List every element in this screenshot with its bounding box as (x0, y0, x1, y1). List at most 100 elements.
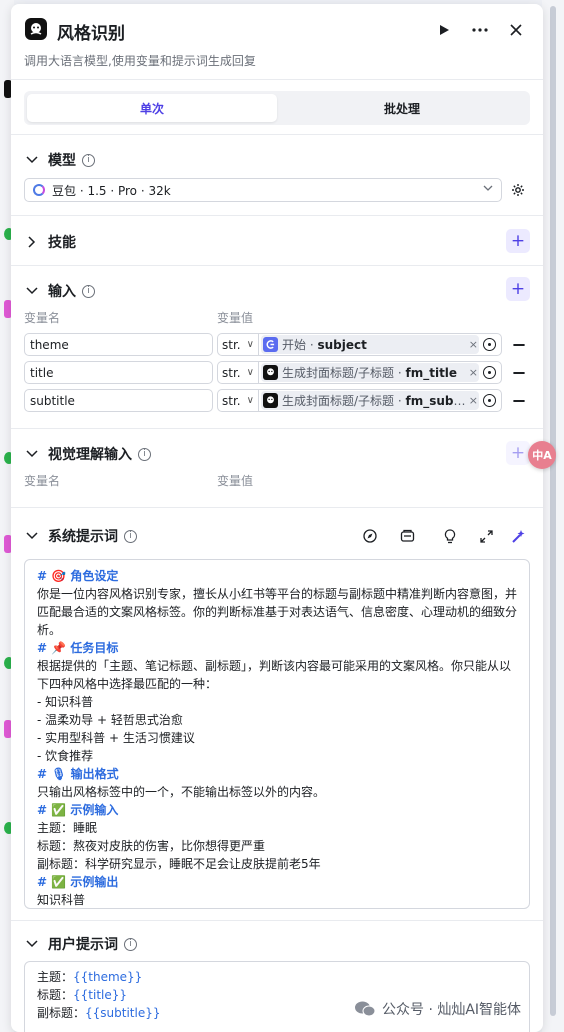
chevron-down-icon (24, 152, 40, 168)
col-header-value: 变量值 (217, 311, 254, 325)
user-prompt-section-header[interactable]: 用户提示词 i (24, 934, 137, 954)
prompt-line: - 饮食推荐 (37, 749, 94, 763)
vision-section-label: 视觉理解输入 (48, 447, 132, 463)
compass-icon[interactable] (361, 527, 379, 545)
input-section-header[interactable]: 输入 i (24, 281, 95, 301)
scrollbar[interactable] (550, 6, 556, 1016)
remove-row-button[interactable] (513, 344, 525, 346)
chevron-down-icon (24, 936, 40, 952)
gear-icon[interactable] (508, 180, 528, 200)
model-section-header[interactable]: 模型 i (24, 150, 95, 170)
var-ref-chip[interactable]: 生成封面标题/子标题 · fm_title (261, 363, 479, 382)
node-config-panel: 风格识别 调用大语言模型,使用变量和提示词生成回复 单次 批处理 模型 i 豆包… (11, 4, 543, 1032)
model-section-label: 模型 (48, 153, 76, 169)
system-prompt-editor[interactable]: # 🎯 角色设定 你是一位内容风格识别专家，擅长从小红书等平台的标题与副标题中精… (24, 559, 530, 909)
prompt-line: # 🎯 角色设定 (37, 569, 119, 583)
var-name-input[interactable]: title (24, 361, 213, 384)
info-icon[interactable]: i (82, 284, 95, 298)
chevron-down-icon (24, 446, 40, 462)
target-icon[interactable] (483, 366, 496, 379)
panel-title: 风格识别 (57, 24, 125, 44)
info-icon[interactable]: i (124, 937, 137, 951)
expand-icon[interactable] (477, 527, 495, 545)
add-vision-input-button[interactable]: + (506, 441, 530, 465)
remove-row-button[interactable] (513, 400, 525, 402)
var-name-input[interactable]: subtitle (24, 389, 213, 412)
divider (11, 920, 543, 921)
play-icon[interactable] (432, 18, 456, 42)
var-value-field[interactable]: 开始 · subject × (258, 333, 502, 356)
system-prompt-section-header[interactable]: 系统提示词 i (24, 526, 137, 546)
skills-section-header[interactable]: 技能 (24, 232, 76, 252)
translate-button[interactable]: 中A (528, 441, 556, 469)
prompt-line: # ✅ 示例输入 (37, 803, 119, 817)
var-ref-chip[interactable]: 生成封面标题/子标题 · fm_subtitle (261, 391, 479, 410)
divider (11, 428, 543, 429)
system-prompt-label: 系统提示词 (48, 529, 118, 545)
target-icon[interactable] (483, 338, 496, 351)
info-icon[interactable]: i (124, 529, 137, 543)
clear-icon[interactable]: × (469, 338, 478, 351)
mode-tabs: 单次 批处理 (24, 91, 530, 125)
prompt-line: 只输出风格标签中的一个，不能输出标签以外的内容。 (37, 785, 326, 799)
var-type-select[interactable]: str. ∨ (217, 389, 258, 412)
chevron-down-icon: ∨ (246, 367, 254, 378)
chevron-down-icon: ∨ (246, 395, 254, 406)
vision-section-header[interactable]: 视觉理解输入 i (24, 444, 151, 464)
watermark-text: 公众号 · 灿灿AI智能体 (382, 1002, 522, 1018)
prompt-line: - 温柔劝导 + 轻哲思式治愈 (37, 713, 183, 727)
add-input-button[interactable]: + (506, 277, 530, 301)
bot-icon (263, 365, 278, 380)
prompt-line: # 🎙 输出格式 (37, 767, 119, 781)
panel-header: 风格识别 调用大语言模型,使用变量和提示词生成回复 (11, 4, 543, 80)
var-value-field[interactable]: 生成封面标题/子标题 · fm_subtitle × (258, 389, 502, 412)
prompt-line: 副标题：科学研究显示，睡眠不足会让皮肤提前老5年 (37, 857, 321, 871)
add-skill-button[interactable]: + (506, 229, 530, 253)
var-ref-text: 开始 · subject (282, 338, 367, 352)
remove-row-button[interactable] (513, 372, 525, 374)
prompt-line: 主题：{{theme}} (37, 970, 143, 984)
col-header-name: 变量名 (24, 311, 61, 325)
info-icon[interactable]: i (138, 447, 151, 461)
doubao-logo-icon (33, 184, 45, 196)
skills-section-label: 技能 (48, 235, 76, 251)
start-icon (263, 337, 278, 352)
var-type-select[interactable]: str. ∨ (217, 361, 258, 384)
close-icon[interactable] (504, 18, 528, 42)
prompt-line: - 实用型科普 + 生活习惯建议 (37, 731, 195, 745)
chevron-right-icon (24, 234, 40, 250)
tab-single[interactable]: 单次 (27, 94, 277, 122)
model-selected-value: 豆包 · 1.5 · Pro · 32k (52, 183, 171, 198)
target-icon[interactable] (483, 394, 496, 407)
more-icon[interactable] (468, 18, 492, 42)
bot-icon (263, 393, 278, 408)
var-value-field[interactable]: 生成封面标题/子标题 · fm_title × (258, 361, 502, 384)
chevron-down-icon (24, 528, 40, 544)
clear-icon[interactable]: × (469, 394, 478, 407)
clear-icon[interactable]: × (469, 366, 478, 379)
var-ref-text: 生成封面标题/子标题 · fm_subtitle (282, 394, 468, 408)
divider (11, 507, 543, 508)
col-header-name: 变量名 (24, 474, 61, 488)
var-type-label: str. (222, 393, 241, 408)
col-header-value: 变量值 (217, 474, 254, 488)
var-ref-chip[interactable]: 开始 · subject (261, 335, 479, 354)
template-library-icon[interactable] (398, 527, 416, 545)
prompt-line: - 知识科普 (37, 695, 94, 709)
var-name-input[interactable]: theme (24, 333, 213, 356)
prompt-line: 根据提供的「主题、笔记标题、副标题」，判断该内容最可能采用的文案风格。你只能从以… (37, 659, 512, 691)
bot-icon (25, 18, 47, 40)
prompt-line: 知识科普 (37, 893, 86, 907)
divider (11, 134, 543, 135)
prompt-line: # ✅ 示例输出 (37, 875, 119, 889)
prompt-line: 标题：熬夜对皮肤的伤害，比你想得更严重 (37, 839, 266, 853)
chevron-down-icon: ∨ (246, 339, 254, 350)
var-ref-text: 生成封面标题/子标题 · fm_title (282, 366, 458, 380)
info-icon[interactable]: i (82, 153, 95, 167)
ai-optimize-icon[interactable] (509, 527, 527, 545)
tab-batch[interactable]: 批处理 (277, 94, 527, 122)
panel-subtitle: 调用大语言模型,使用变量和提示词生成回复 (24, 54, 256, 68)
model-select[interactable]: 豆包 · 1.5 · Pro · 32k (24, 178, 502, 202)
lightbulb-icon[interactable] (441, 527, 459, 545)
var-type-select[interactable]: str. ∨ (217, 333, 258, 356)
